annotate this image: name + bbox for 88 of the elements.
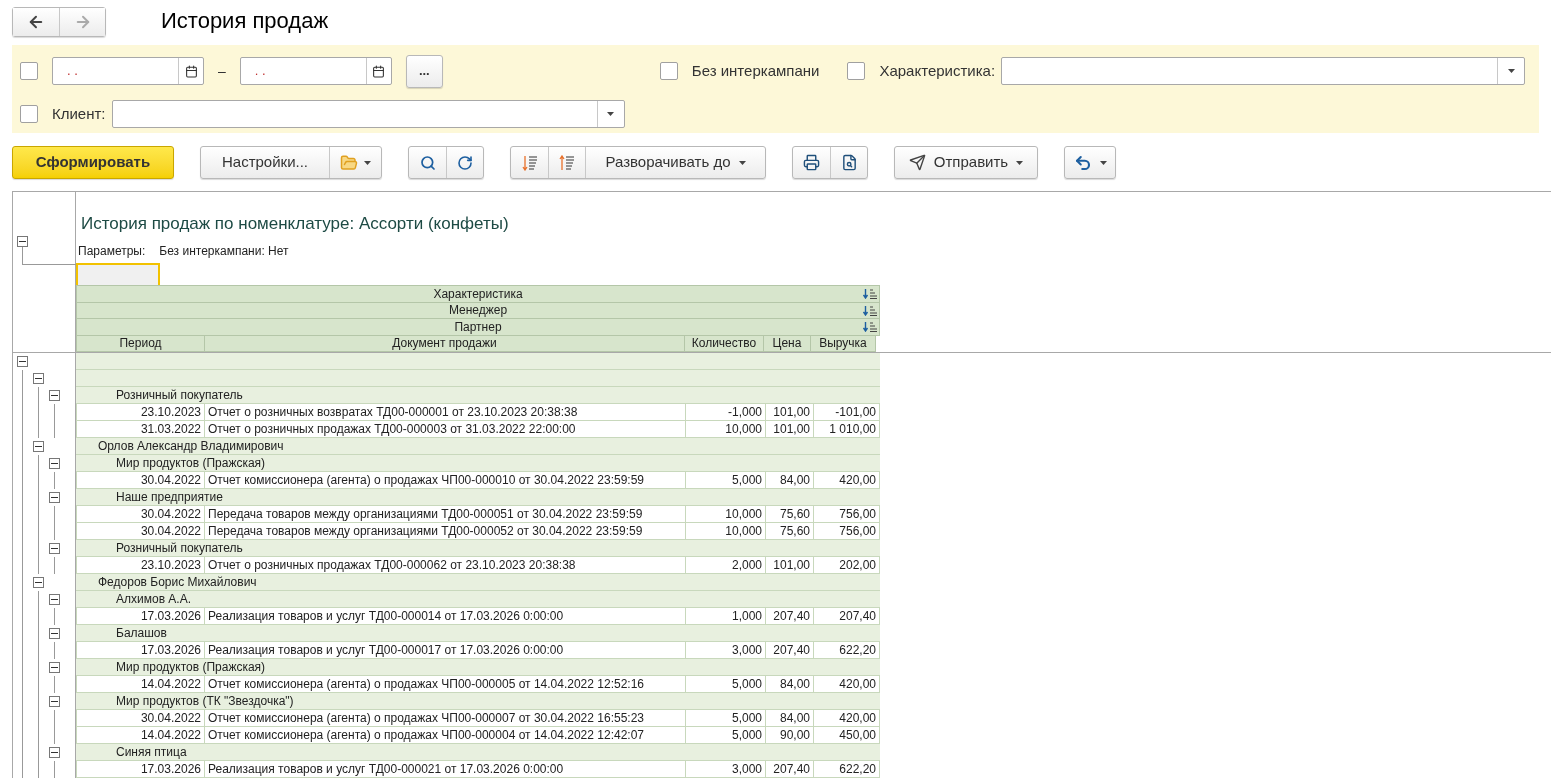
date-field[interactable]: . .	[239, 57, 392, 85]
parameters-value: Без интеркампани: Нет	[159, 243, 289, 260]
sort-icon	[863, 305, 877, 316]
group-header-cell: Партнер	[76, 318, 880, 336]
table-cell: Отчет комиссионера (агента) о продажах ЧП00-000007 от 30.04.2022 16:55:23	[205, 710, 686, 727]
table-cell: 23.10.2023	[76, 404, 205, 421]
send-button[interactable]: Отправить	[894, 146, 1038, 179]
back-button[interactable]	[13, 7, 59, 36]
dropdown-icon	[1016, 160, 1024, 165]
generate-button[interactable]: Сформировать	[12, 146, 174, 179]
group-row[interactable]: Мир продуктов (Пражская)	[76, 659, 880, 676]
printer-icon	[803, 154, 820, 171]
calendar-icon	[184, 64, 198, 78]
dropdown-icon	[607, 112, 615, 116]
field-label: Клиент:	[52, 103, 106, 124]
collapse-toggle[interactable]	[49, 458, 60, 469]
group-row[interactable]: Розничный покупатель	[76, 540, 880, 557]
undo-button[interactable]	[1064, 146, 1116, 179]
table-cell: 622,20	[814, 761, 880, 778]
table-cell: 30.04.2022	[76, 506, 205, 523]
search-again-icon	[457, 154, 473, 171]
collapse-toggle[interactable]	[33, 441, 44, 452]
parameters-label: Параметры:	[78, 243, 146, 260]
collapse-toggle[interactable]	[49, 492, 60, 503]
checkbox[interactable]	[847, 62, 866, 80]
group-row[interactable]: Розничный покупатель	[76, 387, 880, 404]
table-cell: 3,000	[686, 761, 766, 778]
collapse-toggle[interactable]	[49, 543, 60, 554]
group-row[interactable]: Алхимов А.А.	[76, 591, 880, 608]
sort-icon	[863, 322, 877, 332]
choose-period-button[interactable]: ...	[405, 54, 443, 88]
report-title: История продаж по номенклатуре: Ассорти (конфеты)	[80, 213, 510, 235]
client-field[interactable]	[111, 100, 625, 128]
sort-descending-icon	[521, 154, 538, 171]
group-header-cell: Характеристика	[76, 285, 880, 303]
group-row[interactable]: Синяя птица	[76, 744, 880, 761]
undo-arrow-icon	[1073, 153, 1092, 172]
collapse-toggle[interactable]	[49, 390, 60, 401]
collapse-toggle[interactable]	[17, 236, 28, 247]
sort-icon	[863, 289, 877, 299]
collapse-toggle[interactable]	[49, 628, 60, 639]
dropdown-icon	[738, 160, 746, 165]
group-row[interactable]: Орлов Александр Владимирович	[76, 438, 880, 455]
table-cell: 17.03.2026	[76, 761, 205, 778]
window-title: История продаж	[161, 6, 329, 35]
table-cell: 101,00	[766, 404, 814, 421]
table-cell: 420,00	[814, 710, 880, 727]
paper-plane-icon	[908, 154, 926, 171]
range-dash: –	[218, 61, 226, 81]
checkbox-label: Без интеркампани	[691, 60, 820, 81]
group-row[interactable]: Наше предприятие	[76, 489, 880, 506]
checkbox[interactable]	[20, 62, 38, 80]
checkbox[interactable]	[659, 62, 678, 80]
group-row[interactable]: Мир продуктов (ТК "Звездочка")	[76, 693, 880, 710]
table-cell: 75,60	[766, 506, 814, 523]
collapse-toggle[interactable]	[49, 662, 60, 673]
table-cell: Отчет о розничных возвратах ТД00-000001 от 23.10.2023 20:38:38	[205, 404, 686, 421]
collapse-toggle[interactable]	[49, 594, 60, 605]
table-cell: 10,000	[686, 506, 766, 523]
collapse-toggle[interactable]	[17, 356, 28, 367]
field-label: Характеристика:	[879, 60, 996, 81]
table-cell: -101,00	[814, 404, 880, 421]
dropdown-icon	[364, 160, 371, 165]
calendar-icon	[372, 64, 386, 78]
folder-icon	[340, 153, 358, 172]
group-row[interactable]: Мир продуктов (Пражская)	[76, 455, 880, 472]
table-cell: Реализация товаров и услуг ТД00-000021 от 17.03.2026 0:00:00	[205, 761, 686, 778]
collapse-toggle[interactable]	[49, 747, 60, 758]
date-field[interactable]: . .	[52, 57, 204, 85]
table-cell: 30.04.2022	[76, 710, 205, 727]
group-row[interactable]: Балашов	[76, 625, 880, 642]
checkbox[interactable]	[20, 105, 38, 123]
dropdown-icon	[1507, 69, 1515, 73]
dropdown-icon	[1099, 160, 1107, 165]
collapse-toggle[interactable]	[33, 577, 44, 588]
sort-ascending-icon	[559, 154, 575, 171]
table-cell: 207,40	[766, 761, 814, 778]
table-cell: -1,000	[686, 404, 766, 421]
table-cell: 5,000	[686, 710, 766, 727]
search-icon	[419, 154, 436, 171]
table-cell: Передача товаров между организациями ТД00-000051 от 30.04.2022 23:59:59	[205, 506, 686, 523]
characteristic-field[interactable]	[1001, 57, 1525, 85]
table-cell: 756,00	[814, 506, 880, 523]
collapse-toggle[interactable]	[33, 373, 44, 384]
table-cell: 84,00	[766, 710, 814, 727]
collapse-toggle[interactable]	[49, 696, 60, 707]
group-row[interactable]: Федоров Борис Михайлович	[76, 574, 880, 591]
document-search-icon	[840, 154, 858, 171]
